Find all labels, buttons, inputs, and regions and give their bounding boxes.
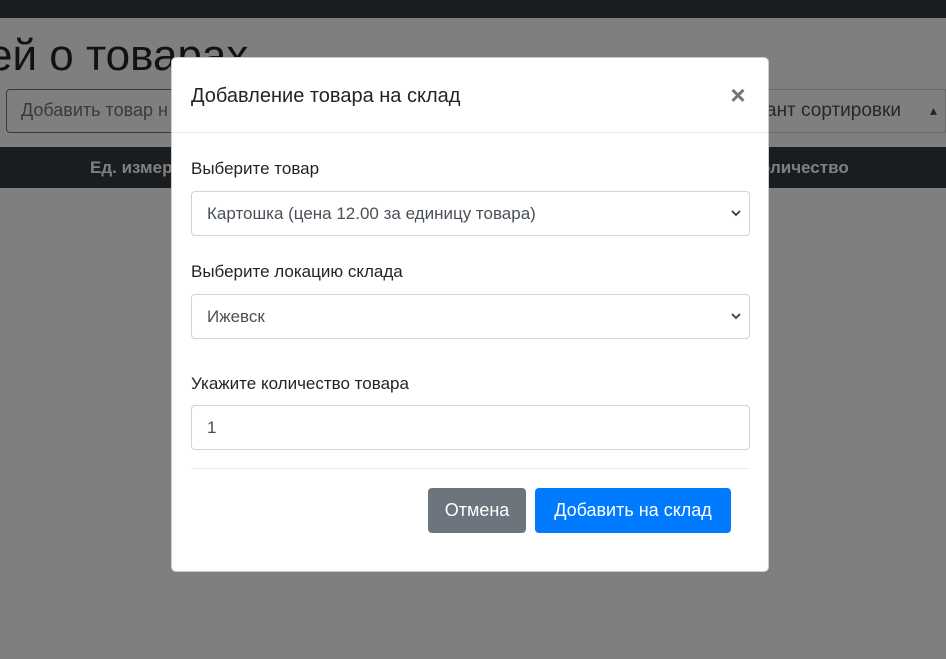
- quantity-input-value: 1: [207, 418, 217, 437]
- chevron-down-icon: [731, 210, 741, 217]
- footer-divider: [191, 468, 750, 469]
- quantity-label: Укажите количество товара: [191, 374, 409, 393]
- location-label: Выберите локацию склада: [191, 262, 403, 281]
- close-icon[interactable]: ×: [726, 80, 750, 110]
- add-to-warehouse-modal: Добавление товара на склад × Выберите то…: [171, 57, 769, 572]
- location-select-value: Ижевск: [207, 307, 265, 326]
- cancel-button[interactable]: Отмена: [428, 488, 526, 533]
- add-to-warehouse-button[interactable]: Добавить на склад: [535, 488, 731, 533]
- quantity-input[interactable]: 1: [191, 405, 750, 450]
- modal-title: Добавление товара на склад: [191, 85, 461, 107]
- product-select[interactable]: Картошка (цена 12.00 за единицу товара): [191, 191, 750, 236]
- modal-header: Добавление товара на склад ×: [172, 58, 768, 133]
- product-label: Выберите товар: [191, 159, 320, 178]
- product-select-value: Картошка (цена 12.00 за единицу товара): [207, 204, 536, 223]
- location-select[interactable]: Ижевск: [191, 294, 750, 339]
- chevron-down-icon: [731, 313, 741, 320]
